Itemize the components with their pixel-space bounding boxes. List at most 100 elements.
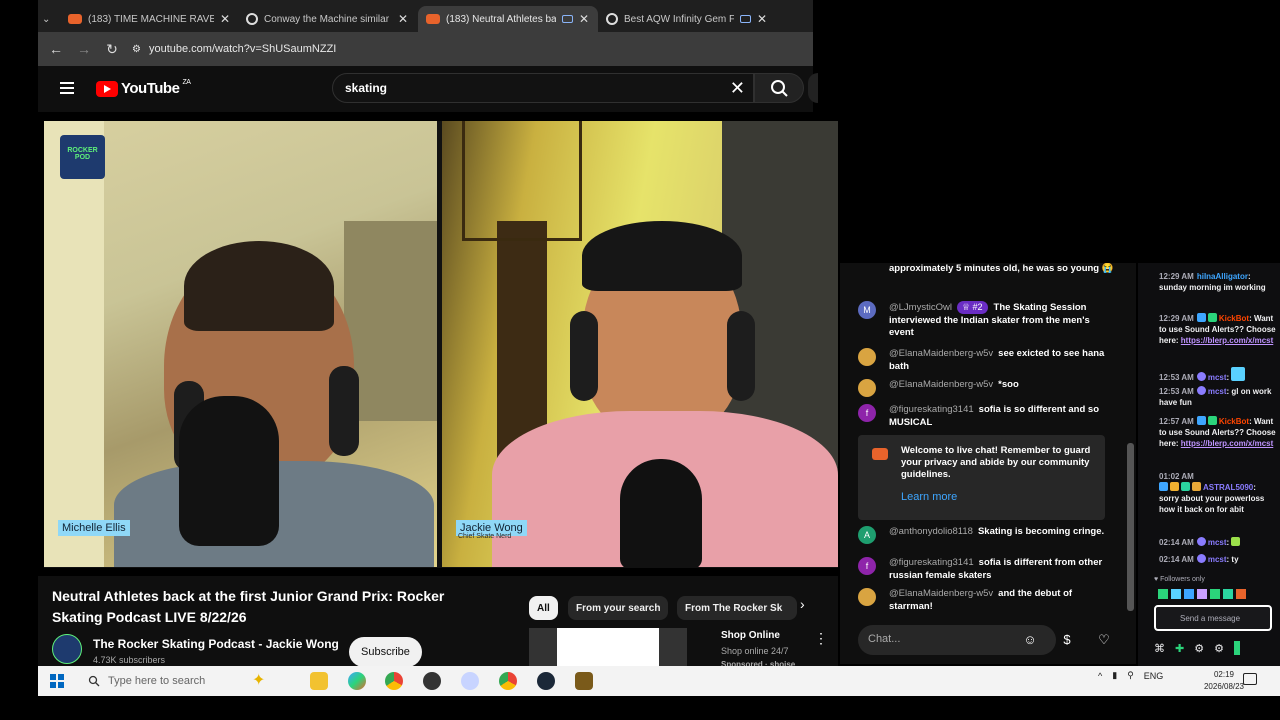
- language-indicator[interactable]: ENG: [1144, 671, 1164, 681]
- search-button[interactable]: [754, 73, 804, 103]
- copilot-icon[interactable]: [348, 672, 366, 690]
- emote-icon[interactable]: [1236, 589, 1246, 599]
- twitch-time: 02:14 AM: [1159, 538, 1194, 547]
- forward-icon[interactable]: →: [70, 41, 98, 57]
- emote-icon[interactable]: [1184, 589, 1194, 599]
- twitch-message-input[interactable]: Send a message: [1154, 605, 1272, 631]
- close-icon[interactable]: ✕: [757, 12, 767, 26]
- twitch-user[interactable]: hiInaAlligator: [1197, 272, 1248, 281]
- ad-title[interactable]: Shop Online: [721, 630, 780, 641]
- chat-author[interactable]: @figureskating3141: [889, 404, 974, 415]
- chat-author[interactable]: @ElanaMaidenberg-w5v: [889, 348, 993, 359]
- emote-icon: [1231, 537, 1241, 546]
- url-field[interactable]: ⚙ youtube.com/watch?v=ShUSaumNZZI: [132, 43, 336, 55]
- twitch-user[interactable]: mcst: [1208, 387, 1227, 396]
- search-input[interactable]: skating ✕: [332, 73, 754, 103]
- close-icon[interactable]: ✕: [398, 12, 408, 26]
- twitch-user[interactable]: KickBot: [1219, 417, 1249, 426]
- chat-author[interactable]: @anthonydolio8118: [889, 526, 973, 537]
- welcome-text: Welcome to live chat! Remember to guard …: [901, 445, 1091, 480]
- more-options-icon[interactable]: ⋮: [814, 630, 828, 647]
- windows-start-icon[interactable]: [50, 674, 64, 688]
- reload-icon[interactable]: ↻: [98, 41, 126, 58]
- menu-icon[interactable]: [60, 82, 74, 94]
- video-panel-left: ROCKER POD Michelle Ellis: [44, 121, 437, 567]
- chat-author[interactable]: @ElanaMaidenberg-w5v: [889, 379, 993, 390]
- emoji-icon[interactable]: ☺: [1020, 630, 1040, 650]
- app-icon[interactable]: [461, 672, 479, 690]
- ad-thumbnail[interactable]: [529, 628, 687, 668]
- obs-icon[interactable]: [423, 672, 441, 690]
- twitch-time: 02:14 AM: [1159, 555, 1194, 564]
- video-player[interactable]: ROCKER POD Michelle Ellis Jackie Wong Ch…: [44, 121, 838, 568]
- close-icon[interactable]: ✕: [579, 12, 589, 26]
- tab-title: (183) Neutral Athletes back: [446, 13, 556, 25]
- twitch-link[interactable]: https://blerp.com/x/mcst: [1181, 336, 1273, 345]
- chrome-icon[interactable]: [499, 672, 517, 690]
- youtube-logo[interactable]: YouTube ZA: [96, 79, 191, 97]
- chat-scrollbar[interactable]: [1127, 443, 1134, 611]
- twitch-message: 01:02 AM ASTRAL5090: sorry about your pow…: [1159, 471, 1277, 515]
- super-chat-icon[interactable]: $: [1057, 630, 1077, 650]
- chat-author[interactable]: @figureskating3141: [889, 557, 974, 568]
- back-icon[interactable]: ←: [42, 41, 70, 57]
- notification-icon[interactable]: [1243, 673, 1257, 685]
- chevron-right-icon[interactable]: ›: [800, 596, 805, 612]
- battery-icon[interactable]: ▮: [1112, 670, 1117, 681]
- game-icon[interactable]: [575, 672, 593, 690]
- chat-author[interactable]: @LJmysticOwl: [889, 302, 952, 313]
- extension-icon[interactable]: ✚: [1175, 642, 1184, 655]
- chat-author[interactable]: @ElanaMaidenberg-w5v: [889, 588, 993, 599]
- github-icon: [606, 13, 618, 25]
- headphone-left: [570, 311, 598, 401]
- emote-icon[interactable]: [1158, 589, 1168, 599]
- network-icon[interactable]: ⚲: [1127, 670, 1134, 681]
- points-icon[interactable]: ⌘: [1154, 642, 1165, 655]
- taskbar-search[interactable]: Type here to search: [82, 671, 340, 691]
- twitch-user[interactable]: ASTRAL5090: [1203, 483, 1253, 492]
- chrome-icon[interactable]: [385, 672, 403, 690]
- chevron-up-icon[interactable]: ^: [1098, 671, 1102, 681]
- subscribe-button[interactable]: Subscribe: [349, 637, 422, 667]
- video-info: Neutral Athletes back at the first Junio…: [38, 576, 838, 669]
- youtube-play-icon: [96, 80, 118, 97]
- welcome-banner: Welcome to live chat! Remember to guard …: [858, 435, 1105, 520]
- twitch-user[interactable]: mcst: [1208, 555, 1227, 564]
- emote-icon[interactable]: [1197, 589, 1207, 599]
- member-badge: ♕ #2: [956, 301, 988, 314]
- browser-tab[interactable]: Best AQW Infinity Gem Far ✕: [598, 6, 778, 32]
- browser-tab[interactable]: Conway the Machine similar so ✕: [238, 6, 418, 32]
- chat-button[interactable]: [1233, 641, 1240, 655]
- settings-icon[interactable]: ⚙: [1214, 642, 1224, 655]
- clear-search-icon[interactable]: ✕: [730, 78, 745, 99]
- chip-from-channel[interactable]: From The Rocker Sk: [677, 596, 797, 620]
- twitch-user[interactable]: mcst: [1208, 373, 1227, 382]
- logo-text: YouTube: [121, 80, 180, 97]
- twitch-link[interactable]: https://blerp.com/x/mcst: [1181, 439, 1273, 448]
- chip-all[interactable]: All: [529, 596, 558, 620]
- gear-icon[interactable]: ⚙: [1194, 642, 1204, 655]
- learn-more-link[interactable]: Learn more: [901, 491, 957, 503]
- guest-title: Chief Skate Nerd: [458, 533, 512, 540]
- browser-tab[interactable]: (183) TIME MACHINE RAVE - Ep ✕: [60, 6, 238, 32]
- channel-avatar[interactable]: [52, 634, 82, 664]
- chip-from-search[interactable]: From your search: [568, 596, 669, 620]
- emote-icon[interactable]: [1171, 589, 1181, 599]
- steam-icon[interactable]: [537, 672, 555, 690]
- emote-icon[interactable]: [1223, 589, 1233, 599]
- tab-list-button[interactable]: ⌄: [38, 6, 60, 32]
- twitch-user[interactable]: KickBot: [1219, 314, 1249, 323]
- heart-icon[interactable]: ♡: [1094, 630, 1114, 650]
- emote-icon[interactable]: [1210, 589, 1220, 599]
- browser-tab-active[interactable]: (183) Neutral Athletes back ✕: [418, 6, 598, 32]
- sparkle-icon[interactable]: ✦: [252, 672, 270, 690]
- voice-search-button[interactable]: [808, 73, 818, 103]
- search-icon: [88, 675, 100, 687]
- twitch-text: sunday morning im working: [1159, 283, 1266, 292]
- file-explorer-icon[interactable]: [310, 672, 328, 690]
- close-icon[interactable]: ✕: [220, 12, 230, 26]
- channel-name[interactable]: The Rocker Skating Podcast - Jackie Wong: [93, 637, 339, 651]
- system-tray: ^ ▮ ⚲ ENG: [1098, 670, 1163, 681]
- site-info-icon[interactable]: ⚙: [132, 44, 141, 55]
- twitch-user[interactable]: mcst: [1208, 538, 1227, 547]
